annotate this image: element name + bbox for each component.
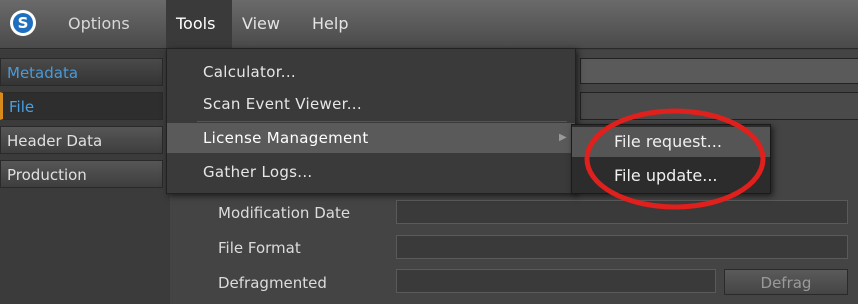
sidebar-item-file[interactable]: File — [0, 92, 163, 120]
menu-view[interactable]: View — [232, 0, 304, 48]
sidebar-item-metadata[interactable]: Metadata — [0, 58, 163, 86]
modification-date-field[interactable] — [396, 200, 848, 224]
license-management-label: License Management — [203, 129, 369, 147]
file-format-label: File Format — [218, 239, 301, 257]
menu-separator — [197, 121, 567, 122]
defrag-button[interactable]: Defrag — [724, 269, 848, 295]
menu-item-calculator[interactable]: Calculator... — [167, 57, 575, 87]
menu-item-scan-event-viewer[interactable]: Scan Event Viewer... — [167, 89, 575, 119]
submenu-arrow-icon: ▶ — [559, 132, 567, 143]
panel-header-strip — [580, 58, 858, 84]
menu-bar: S Options Tools View Help — [0, 0, 858, 49]
menu-item-file-request[interactable]: File request... — [572, 127, 770, 157]
panel-field-strip — [580, 92, 858, 120]
menu-help[interactable]: Help — [302, 0, 368, 48]
sidebar-item-production[interactable]: Production — [0, 160, 163, 188]
defragmented-field[interactable] — [396, 269, 716, 293]
menu-item-license-management[interactable]: License Management ▶ — [167, 123, 575, 153]
defragmented-label: Defragmented — [218, 274, 327, 292]
license-submenu: File request... File update... — [571, 124, 771, 194]
sidebar-item-header-data[interactable]: Header Data — [0, 126, 163, 154]
menu-options[interactable]: Options — [58, 0, 168, 48]
tools-dropdown-menu: Calculator... Scan Event Viewer... Licen… — [166, 48, 576, 194]
menu-tools[interactable]: Tools — [166, 0, 232, 48]
file-format-field[interactable] — [396, 235, 848, 259]
app-logo-icon[interactable]: S — [10, 10, 36, 36]
menu-item-gather-logs[interactable]: Gather Logs... — [167, 157, 575, 187]
logo-letter: S — [13, 13, 33, 33]
menu-item-file-update[interactable]: File update... — [572, 161, 770, 191]
modification-date-label: Modification Date — [218, 204, 351, 222]
sidebar: Metadata File Header Data Production — [0, 50, 170, 304]
